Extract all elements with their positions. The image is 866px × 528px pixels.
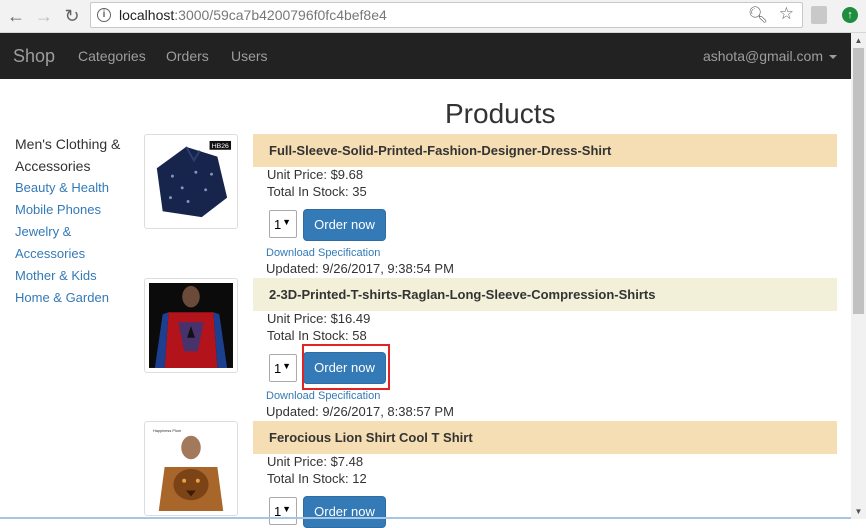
user-menu[interactable]: ashota@gmail.com [703,48,837,64]
dropdown-arrow-icon: ▼ [282,504,291,514]
stock-count: Total In Stock: 12 [267,471,367,486]
back-icon[interactable]: ← [4,4,28,28]
caret-down-icon [829,55,837,60]
page-scrollbar[interactable]: ▲ ▼ [851,33,866,519]
thumbnail-brand-text: Happiness Plum [153,428,181,433]
category-list: Men's Clothing & Accessories Beauty & He… [15,133,135,309]
browser-toolbar: ← → ↻ i localhost:3000/59ca7b4200796f0fc… [0,0,866,33]
address-bar[interactable]: i localhost:3000/59ca7b4200796f0fc4bef8e… [90,2,803,28]
stock-count: Total In Stock: 35 [267,184,367,199]
compression-shirt-image [149,283,233,368]
quantity-select[interactable]: 1 ▼ [269,210,297,238]
user-email: ashota@gmail.com [702,48,823,64]
forward-icon[interactable]: → [32,4,56,28]
unit-price: Unit Price: $16.49 [267,311,371,326]
product-image [144,278,238,373]
download-specification-link[interactable]: Download Specification [266,247,380,259]
highlight-box [302,344,390,390]
category-beauty-health[interactable]: Beauty & Health [15,177,135,199]
url-text[interactable]: localhost:3000/59ca7b4200796f0fc4bef8e4 [119,7,387,23]
thumbnail-badge-text: HB26 [212,143,229,150]
category-home-garden[interactable]: Home & Garden [15,287,135,309]
product-image: Happiness Plum [144,421,238,516]
dress-shirt-image: HB26 [149,139,233,224]
order-now-button[interactable]: Order now [303,209,386,241]
order-now-button[interactable]: Order now [303,496,386,528]
site-navbar: Shop Categories Orders Users ashota@gmai… [0,33,851,79]
nav-orders[interactable]: Orders [166,48,209,64]
product-image: HB26 [144,134,238,229]
scrollbar-thumb[interactable] [853,48,864,314]
lion-shirt-image: Happiness Plum [149,426,233,511]
dropdown-arrow-icon: ▼ [282,361,291,371]
bookmark-star-icon[interactable]: ☆ [779,4,794,24]
category-jewelry[interactable]: Jewelry & [15,221,135,243]
quantity-value: 1 [274,361,282,376]
zoom-icon[interactable]: 🔍︎ [748,5,768,25]
download-specification-link[interactable]: Download Specification [266,390,380,402]
quantity-select[interactable]: 1 ▼ [269,497,297,525]
update-icon[interactable]: ↑ [842,7,858,23]
product-title: 2-3D-Printed-T-shirts-Raglan-Long-Sleeve… [253,278,837,311]
quantity-value: 1 [274,217,282,232]
quantity-select[interactable]: 1 ▼ [269,354,297,382]
nav-categories[interactable]: Categories [78,48,146,64]
dropdown-arrow-icon: ▼ [282,217,291,227]
product-card: Ferocious Lion Shirt Cool T Shirt Unit P… [253,421,837,528]
nav-users[interactable]: Users [231,48,268,64]
category-accessories[interactable]: Accessories [15,243,135,265]
extension-icon[interactable] [811,6,827,24]
category-active[interactable]: Men's Clothing & Accessories [15,133,135,177]
stock-count: Total In Stock: 58 [267,328,367,343]
page-title: Products [445,98,556,129]
unit-price: Unit Price: $9.68 [267,167,364,182]
product-card: Full-Sleeve-Solid-Printed-Fashion-Design… [253,134,837,278]
product-title: Full-Sleeve-Solid-Printed-Fashion-Design… [253,134,837,167]
scroll-down-arrow-icon[interactable]: ▼ [851,504,866,519]
info-icon[interactable]: i [97,8,111,22]
product-title: Ferocious Lion Shirt Cool T Shirt [253,421,837,454]
brand-link[interactable]: Shop [13,46,55,67]
scroll-up-arrow-icon[interactable]: ▲ [851,33,866,48]
reload-icon[interactable]: ↻ [60,4,84,28]
url-host: localhost [119,7,175,23]
unit-price: Unit Price: $7.48 [267,454,364,469]
url-path: :3000/59ca7b4200796f0fc4bef8e4 [174,7,387,23]
updated-timestamp: Updated: 9/26/2017, 8:38:57 PM [266,404,454,419]
category-mother-kids[interactable]: Mother & Kids [15,265,135,287]
category-mobile-phones[interactable]: Mobile Phones [15,199,135,221]
updated-timestamp: Updated: 9/26/2017, 9:38:54 PM [266,261,454,276]
